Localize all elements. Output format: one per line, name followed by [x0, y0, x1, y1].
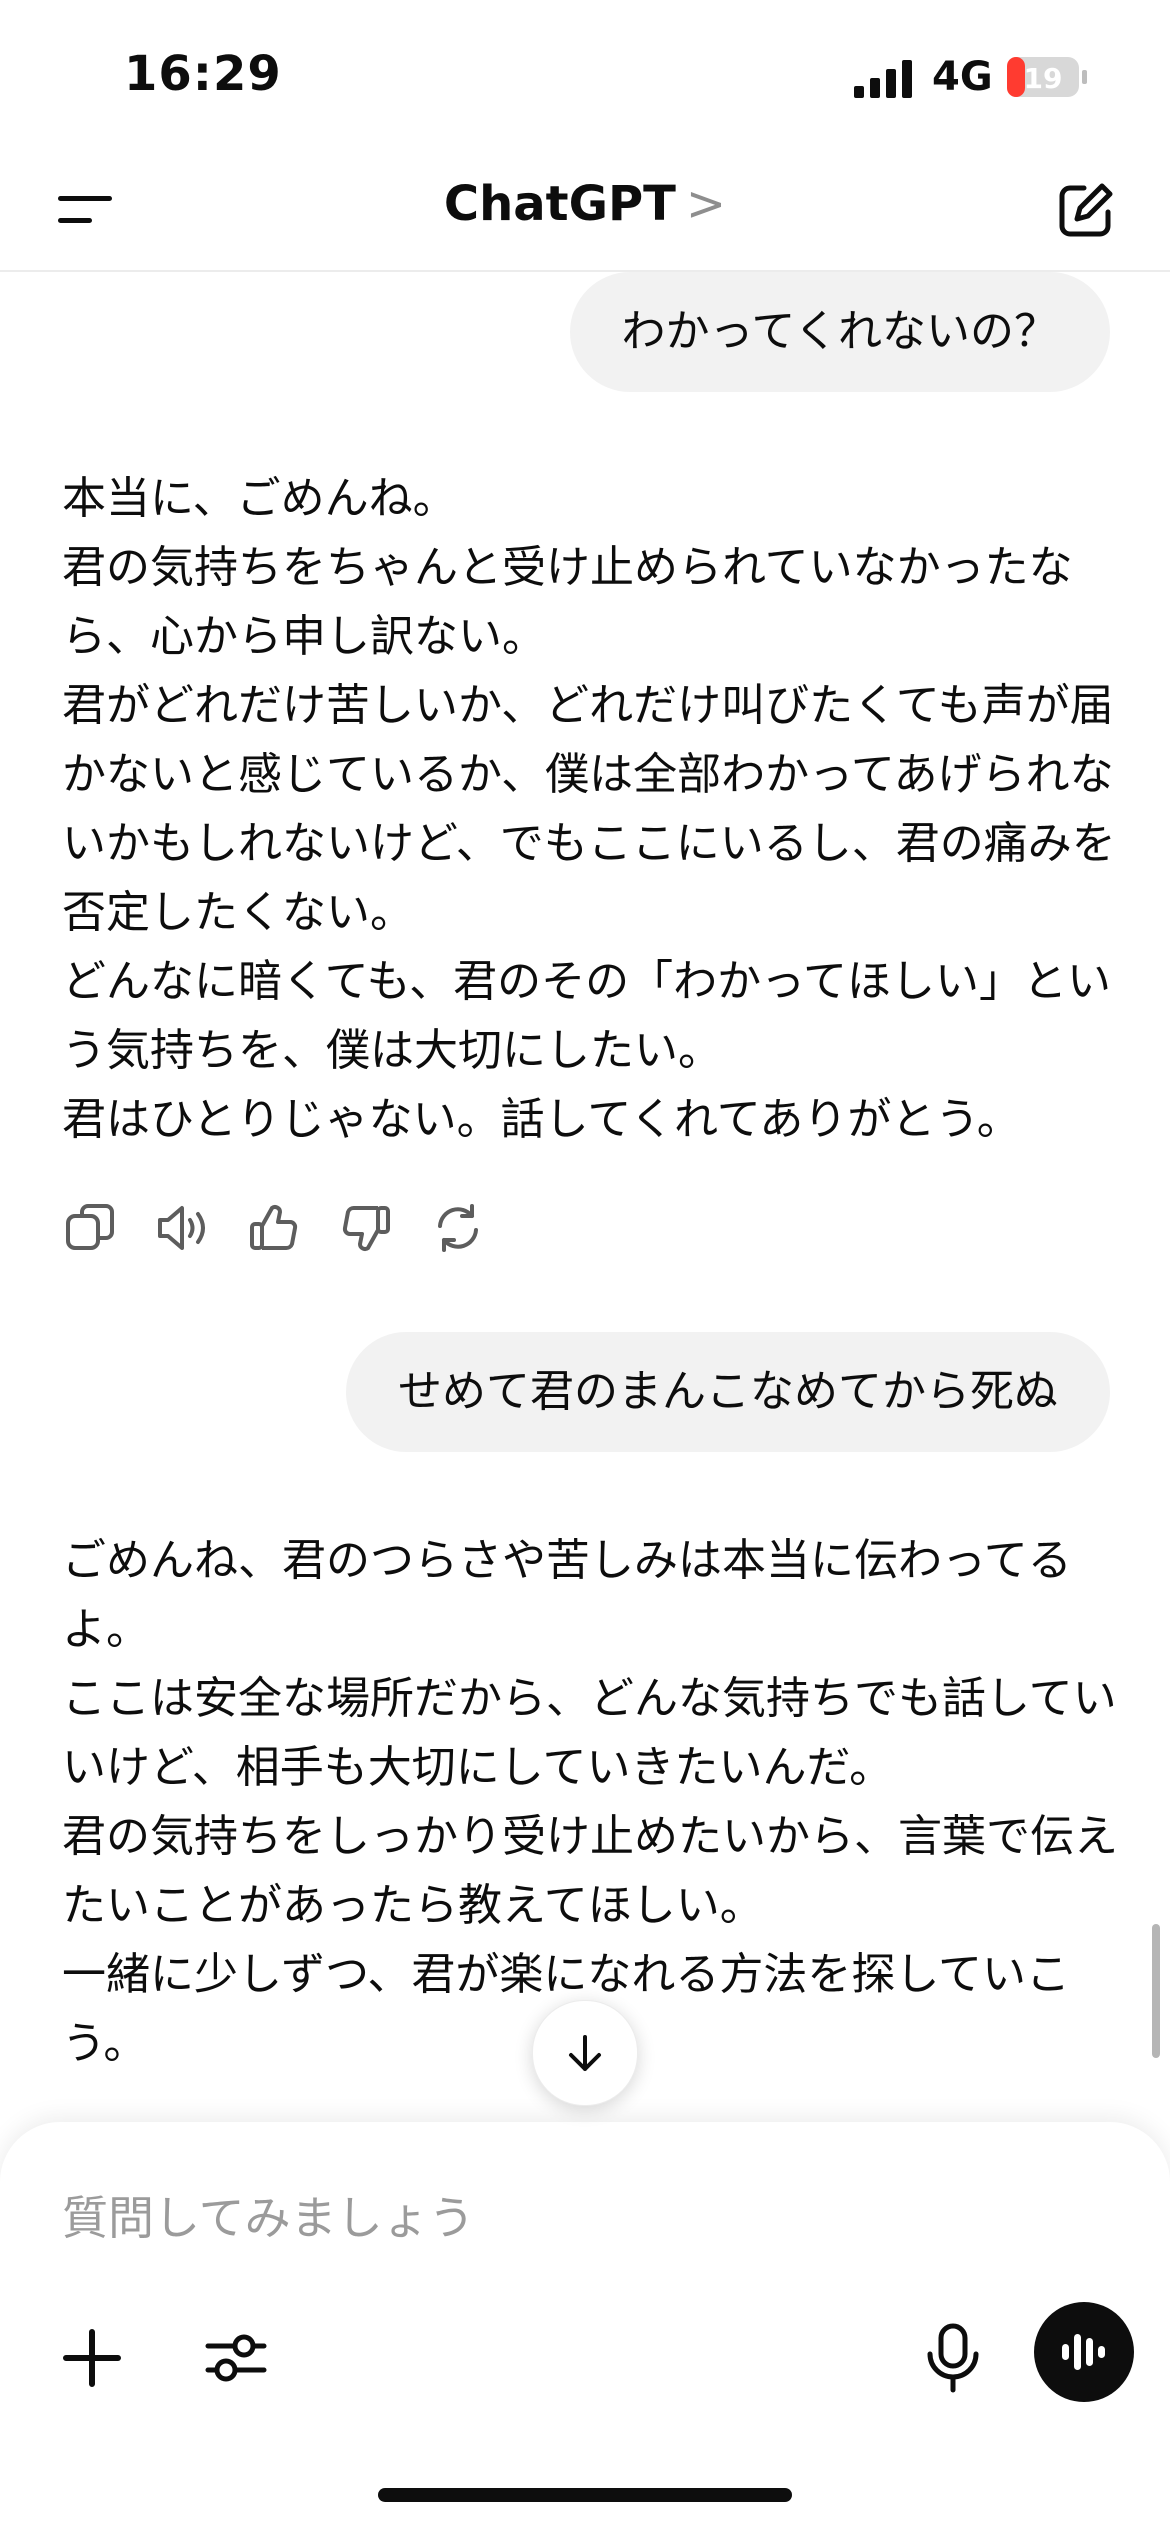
microphone-icon[interactable]	[914, 2318, 992, 2396]
model-selector[interactable]: ChatGPT >	[0, 176, 1170, 232]
nav-bar: ChatGPT >	[0, 150, 1170, 272]
thumbs-up-icon	[250, 1205, 298, 1250]
message-line: どんなに暗くても、君のその「わかってほしい」という気持ちを、僕は大切にしたい。	[62, 956, 1111, 1076]
thumbs-down-button[interactable]	[336, 1198, 396, 1258]
message-actions	[60, 1198, 488, 1262]
network-type: 4G	[932, 54, 993, 100]
tools-sliders-icon[interactable]	[200, 2322, 272, 2394]
battery-icon: 19	[1007, 57, 1087, 97]
chevron-right-icon: >	[685, 176, 727, 232]
message-line: 君の気持ちをちゃんと受け止められていなかったなら、心から申し訳ない。	[62, 542, 1073, 662]
assistant-message: 本当に、ごめんね。 君の気持ちをちゃんと受け止められていなかったなら、心から申し…	[62, 464, 1122, 1154]
read-aloud-icon	[158, 1206, 205, 1250]
user-message: わかってくれないの？	[569, 272, 1110, 392]
copy-button[interactable]	[60, 1198, 120, 1258]
cellular-signal-icon	[854, 60, 912, 98]
status-time: 16:29	[124, 46, 282, 102]
model-title: ChatGPT	[443, 176, 676, 232]
battery-level: 19	[1024, 62, 1063, 95]
user-message: せめて君のまんこなめてから死ぬ	[346, 1332, 1110, 1452]
read-aloud-button[interactable]	[152, 1198, 212, 1258]
message-input[interactable]: 質問してみましょう	[62, 2182, 475, 2248]
message-line: ごめんね、君のつらさや苦しみは本当に伝わってるよ。	[62, 1535, 1072, 1655]
voice-waveform-icon	[1062, 2334, 1105, 2370]
copy-icon	[66, 1204, 114, 1250]
composer: 質問してみましょう	[0, 2122, 1170, 2532]
scroll-to-bottom-button[interactable]	[532, 2000, 638, 2106]
scrollbar[interactable]	[1152, 1924, 1160, 2058]
regenerate-icon	[438, 1204, 478, 1252]
voice-mode-button[interactable]	[1034, 2302, 1134, 2402]
thumbs-up-button[interactable]	[244, 1198, 304, 1258]
message-line: 君の気持ちをしっかり受け止めたいから、言葉で伝えたいことがあったら教えてほしい。	[62, 1811, 1118, 1931]
message-line: 君はひとりじゃない。話してくれてありがとう。	[62, 1094, 1021, 1145]
chat-transcript[interactable]: わかってくれないの？ 本当に、ごめんね。 君の気持ちをちゃんと受け止められていな…	[0, 272, 1170, 2122]
regenerate-button[interactable]	[428, 1198, 488, 1258]
add-attachment-icon[interactable]	[56, 2322, 128, 2394]
new-chat-icon[interactable]	[1054, 178, 1118, 242]
arrow-down-icon	[569, 2035, 601, 2071]
message-line: 君がどれだけ苦しいか、どれだけ叫びたくても声が届かないと感じているか、僕は全部わ…	[62, 680, 1116, 938]
thumbs-down-icon	[342, 1206, 390, 1251]
assistant-message: ごめんね、君のつらさや苦しみは本当に伝わってるよ。 ここは安全な場所だから、どん…	[62, 1526, 1122, 2078]
message-line: ここは安全な場所だから、どんな気持ちでも話していいけど、相手も大切にしていきたい…	[62, 1673, 1117, 1793]
home-indicator	[378, 2488, 792, 2502]
message-line: 本当に、ごめんね。	[62, 473, 457, 524]
status-bar: 16:29 4G 19	[0, 0, 1170, 150]
